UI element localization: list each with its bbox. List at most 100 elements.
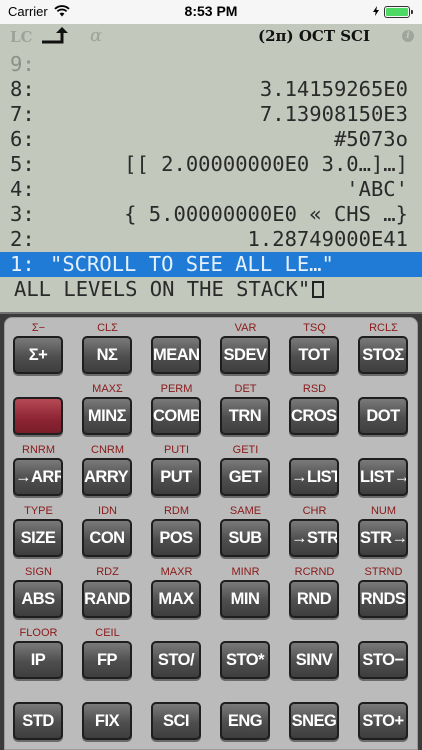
shift-label: TYPE [24, 505, 53, 517]
key-label: STO− [360, 643, 406, 677]
key-label: SINV [291, 643, 337, 677]
key-cell: STO− [349, 623, 418, 683]
key-label: →LIST [291, 460, 337, 494]
key-cross[interactable]: CROSS [289, 397, 339, 435]
key-cell: RDZ RAND [73, 562, 142, 622]
key-rand[interactable]: RAND [82, 580, 132, 618]
stack-level[interactable]: 9: [0, 52, 422, 77]
key-arry[interactable]: →ARRY [13, 458, 63, 496]
key-label: RAND [84, 582, 130, 616]
key-std[interactable]: STD [13, 702, 63, 740]
stack-level[interactable]: 8: 3.14159265E0 [0, 77, 422, 102]
stack-level[interactable]: 2: 1.28749000E41 [0, 227, 422, 252]
stack-level[interactable]: 3: { 5.00000000E0 « CHS …} [0, 202, 422, 227]
key-pos[interactable]: POS [151, 519, 201, 557]
key-con[interactable]: CON [82, 519, 132, 557]
key-sto[interactable]: STO* [220, 641, 270, 679]
key-sto[interactable]: STO− [358, 641, 408, 679]
key-cell: SIGN ABS [4, 562, 73, 622]
key-label: STO+ [360, 704, 406, 738]
key-label: SNEG [291, 704, 337, 738]
stack-level[interactable]: 5: [[ 2.00000000E0 3.0…]…] [0, 152, 422, 177]
key-sneg[interactable]: SNEG [289, 702, 339, 740]
key-cell: CNRM ARRY→ [73, 440, 142, 500]
key-sinv[interactable]: SINV [289, 641, 339, 679]
key-fix[interactable]: FIX [82, 702, 132, 740]
stack-level-value: 7.13908150E3 [260, 102, 408, 127]
lcd-display[interactable]: LC α (2π) OCT SCI i 9: 8: 3.14159265E0 7: 7.… [0, 24, 422, 314]
stack-level-value: 'ABC' [346, 177, 408, 202]
key-list[interactable]: →LIST [289, 458, 339, 496]
key-cell: IDN CON [73, 501, 142, 561]
key-sci[interactable]: SCI [151, 702, 201, 740]
key-trn[interactable]: TRN [220, 397, 270, 435]
key-rnds[interactable]: RNDS [358, 580, 408, 618]
stack-level-number: 8: [10, 77, 35, 101]
key-str[interactable]: →STR [289, 519, 339, 557]
stack-view[interactable]: 9: 8: 3.14159265E0 7: 7.13908150E3 6: #5073o 5:… [0, 52, 422, 302]
key-cell: FLOOR IP [4, 623, 73, 683]
shift-label: Σ− [31, 322, 46, 334]
key-cell: SINV [280, 623, 349, 683]
key-put[interactable]: PUT [151, 458, 201, 496]
key-mean[interactable]: MEAN [151, 336, 201, 374]
key-label: SDEV [222, 338, 268, 372]
stack-value-text: 1.28749000E41 [247, 227, 408, 251]
key-sto[interactable]: STOΣ [358, 336, 408, 374]
key-fn[interactable]: Σ+ [13, 336, 63, 374]
stack-level[interactable]: 7: 7.13908150E3 [0, 102, 422, 127]
key-row: FLOOR IP CEIL FP STO/STO* SINV STO− [4, 623, 418, 683]
key-fp[interactable]: FP [82, 641, 132, 679]
shift-label: PUTI [163, 444, 190, 456]
stack-value-text: ALL LEVELS ON THE STACK" [14, 277, 311, 301]
stack-level[interactable]: 4: 'ABC' [0, 177, 422, 202]
key-cell: STO+ [349, 684, 418, 744]
stack-level-selected[interactable]: 1: "SCROLL TO SEE ALL LE…" [0, 252, 422, 277]
key-label: ARRY→ [84, 460, 130, 494]
shift-label: STRND [364, 566, 403, 578]
stack-level-number: 3: [10, 202, 35, 226]
key-min[interactable]: MINΣ [82, 397, 132, 435]
key-abs[interactable]: ABS [13, 580, 63, 618]
shift-key-red[interactable] [13, 397, 63, 435]
key-eng[interactable]: ENG [220, 702, 270, 740]
key-row: MAXΣ MINΣ PERM COMB DET TRN RSD CROSS DOT [4, 379, 418, 439]
key-label: TRN [222, 399, 268, 433]
key-arry[interactable]: ARRY→ [82, 458, 132, 496]
key-ip[interactable]: IP [13, 641, 63, 679]
key-max[interactable]: MAX [151, 580, 201, 618]
key-size[interactable]: SIZE [13, 519, 63, 557]
key-n[interactable]: NΣ [82, 336, 132, 374]
stack-level-continuation[interactable]: ALL LEVELS ON THE STACK" [0, 277, 422, 302]
shift-label: CLΣ [97, 322, 118, 334]
key-rnd[interactable]: RND [289, 580, 339, 618]
key-sto[interactable]: STO/ [151, 641, 201, 679]
key-label: SUB [222, 521, 268, 555]
shift-label: GETI [232, 444, 259, 456]
shift-label: DET [234, 383, 257, 395]
key-row: TYPE SIZE IDN CON RDM POS SAME SUB CHR →STR NUM STR… [4, 501, 418, 561]
key-label: SIZE [15, 521, 61, 555]
key-label: POS [153, 521, 199, 555]
key-label: STR→ [360, 521, 406, 555]
key-sub[interactable]: SUB [220, 519, 270, 557]
shift-label: RSD [302, 383, 327, 395]
shift-label: IDN [98, 505, 117, 517]
key-sdev[interactable]: SDEV [220, 336, 270, 374]
key-list[interactable]: LIST→ [358, 458, 408, 496]
key-cell: CHR →STR [280, 501, 349, 561]
key-row: SIGN ABS RDZ RAND MAXR MAX MINR MIN RCRND RND STRN… [4, 562, 418, 622]
key-tot[interactable]: TOT [289, 336, 339, 374]
stack-level[interactable]: 6: #5073o [0, 127, 422, 152]
key-dot[interactable]: DOT [358, 397, 408, 435]
key-label: CROSS [291, 399, 337, 433]
key-label: RNDS [360, 582, 406, 616]
shift-label: PERM [160, 383, 193, 395]
key-min[interactable]: MIN [220, 580, 270, 618]
key-comb[interactable]: COMB [151, 397, 201, 435]
key-str[interactable]: STR→ [358, 519, 408, 557]
stack-level-number: 4: [10, 177, 35, 201]
key-get[interactable]: GET [220, 458, 270, 496]
key-sto[interactable]: STO+ [358, 702, 408, 740]
key-row: STD FIX SCI ENG SNEG STO+ [4, 684, 418, 744]
